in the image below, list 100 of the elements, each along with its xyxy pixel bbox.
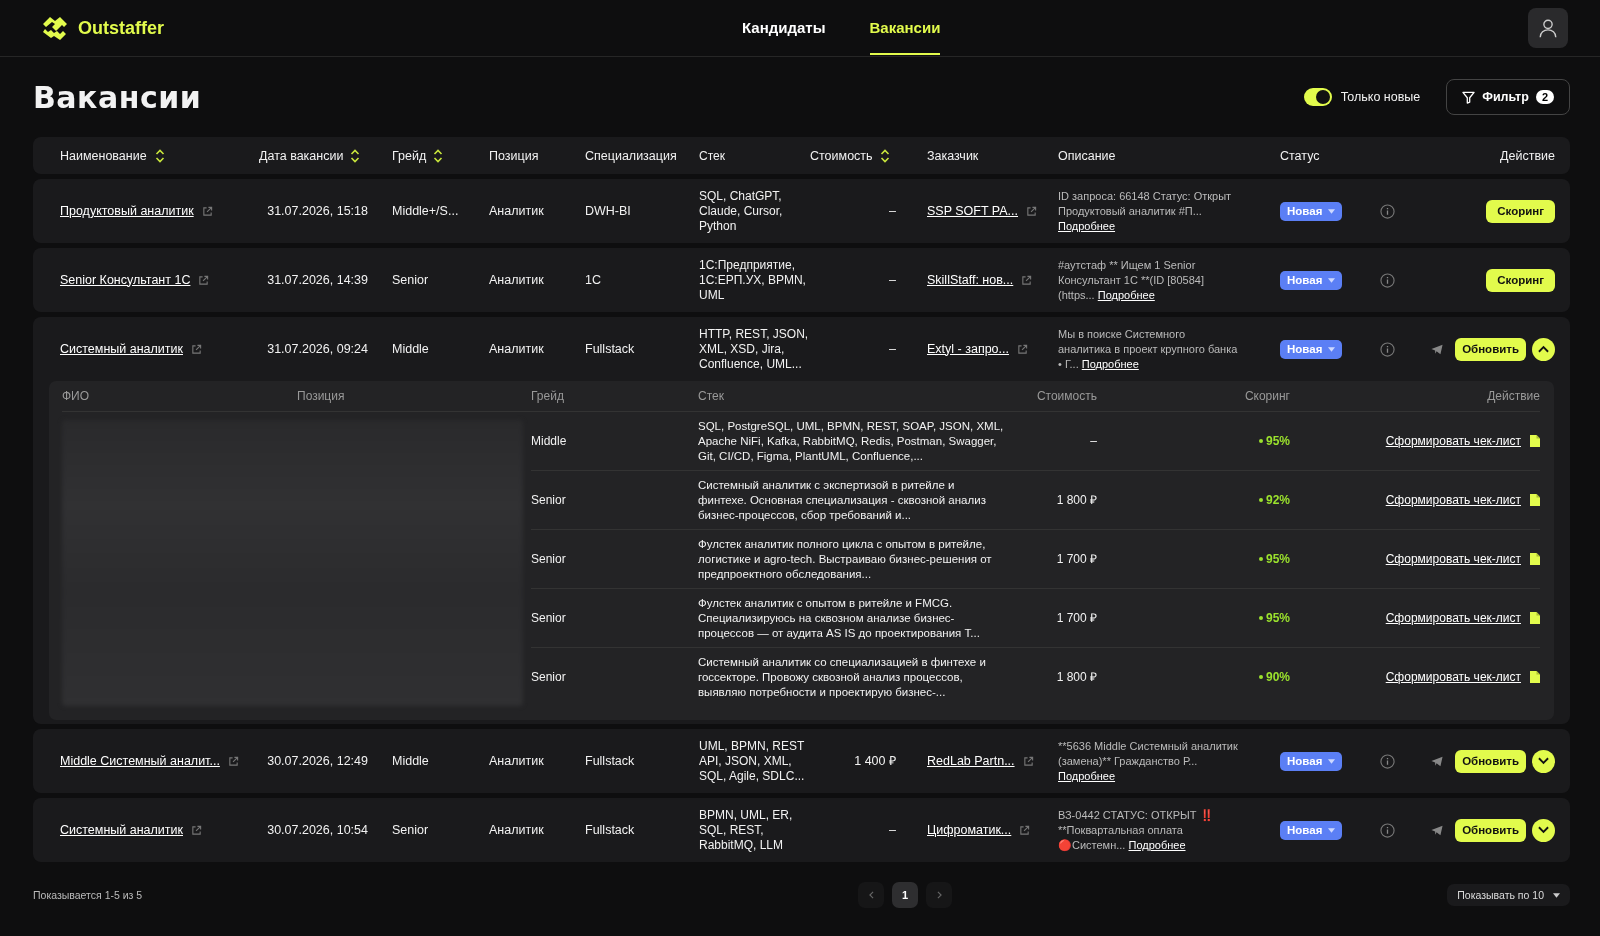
checklist-link[interactable]: Сформировать чек-лист	[1385, 669, 1521, 685]
customer-link[interactable]: SkillStaff: нов...	[927, 272, 1014, 288]
logo-text: Outstaffer	[78, 17, 164, 39]
status-dropdown[interactable]: Новая	[1280, 751, 1343, 771]
document-icon[interactable]	[1530, 494, 1540, 506]
scoring-button[interactable]: Скоринг	[1486, 268, 1555, 292]
stack-text: HTTP, REST, JSON, XML, XSD, Jira, Confluence, UML...	[699, 326, 810, 372]
stack-text: Системный аналитик с экспертизой в ритейле и финтехе. Основная специализация - сквозной анализ бизнес-процессов, сбор требований и...	[698, 471, 1004, 530]
external-link-icon[interactable]	[198, 274, 210, 286]
checklist-link[interactable]: Сформировать чек-лист	[1385, 551, 1521, 567]
update-button[interactable]: Обновить	[1455, 749, 1526, 773]
description-text: **5636 Middle Системный аналитик (замена)** Гражданство Р... Подробнее	[1058, 738, 1239, 784]
cost-text: 1 800 ₽	[998, 471, 1097, 530]
stack-text: Системный аналитик со специализацией в финтехе и госсекторе. Провожу сквозной анализ процессов, выявляю потребности и проектирую бизнес-...	[698, 654, 987, 700]
date-text: 31.07.2026, 14:39	[266, 272, 368, 288]
expand-toggle[interactable]	[1532, 818, 1555, 842]
status-dropdown[interactable]: Новая	[1280, 820, 1343, 840]
sort-icon[interactable]	[154, 148, 165, 163]
more-link[interactable]: Подробнее	[1081, 357, 1139, 370]
paper-plane-icon[interactable]	[1431, 755, 1444, 767]
vacancy-link[interactable]: Продуктовый аналитик	[60, 203, 194, 219]
info-icon[interactable]	[1380, 753, 1395, 769]
customer-link[interactable]: Цифроматик...	[927, 822, 1012, 838]
info-icon[interactable]	[1380, 203, 1395, 219]
toggle-label: Только новые	[1340, 90, 1421, 104]
checklist-link[interactable]: Сформировать чек-лист	[1385, 610, 1521, 626]
description-text: ID запроса: 66148 Статус: Открыт Продуктовый аналитик #П... Подробнее	[1058, 188, 1233, 234]
customer-link[interactable]: Extyl - запро...	[927, 341, 1009, 357]
position-text: Аналитик	[489, 753, 545, 769]
customer-link[interactable]: SSP SOFT PA...	[927, 203, 1018, 219]
more-link[interactable]: Подробнее	[1128, 838, 1186, 851]
cost-text: 1 700 ₽	[998, 530, 1097, 589]
external-link-icon[interactable]	[1021, 274, 1033, 286]
update-button[interactable]: Обновить	[1455, 337, 1526, 361]
cost-text: –	[888, 272, 896, 288]
status-dropdown[interactable]: Новая	[1280, 339, 1343, 359]
page-size-dropdown[interactable]: Показывать по 10	[1447, 884, 1570, 906]
paper-plane-icon[interactable]	[1431, 824, 1444, 836]
sort-icon[interactable]	[879, 148, 890, 163]
checklist-link[interactable]: Сформировать чек-лист	[1385, 492, 1521, 508]
external-link-icon[interactable]	[227, 755, 239, 767]
document-icon[interactable]	[1530, 553, 1540, 565]
customer-link[interactable]: RedLab Partn...	[927, 753, 1015, 769]
status-dropdown[interactable]: Новая	[1280, 201, 1343, 221]
external-link-icon[interactable]	[201, 205, 213, 217]
more-link[interactable]: Подробнее	[1058, 769, 1116, 782]
external-link-icon[interactable]	[1019, 824, 1031, 836]
grade-text: Senior	[531, 668, 567, 686]
cost-text: 1 800 ₽	[1055, 668, 1097, 686]
info-icon[interactable]	[1380, 341, 1395, 357]
date-text: 30.07.2026, 10:54	[266, 822, 368, 838]
filter-button[interactable]: Фильтр 2	[1446, 79, 1570, 115]
toggle-switch[interactable]	[1303, 88, 1332, 106]
nav-tab[interactable]: Кандидаты	[742, 0, 826, 55]
document-icon[interactable]	[1530, 612, 1540, 624]
column-header: Описание	[1058, 148, 1116, 163]
vacancy-link[interactable]: Системный аналитик	[60, 341, 183, 357]
sort-icon[interactable]	[350, 148, 361, 163]
more-link[interactable]: Подробнее	[1097, 288, 1155, 301]
column-header: Скоринг	[1243, 389, 1290, 403]
score-badge: 95%	[1258, 610, 1290, 626]
document-icon[interactable]	[1530, 671, 1540, 683]
sort-icon[interactable]	[433, 148, 444, 163]
caret-icon	[1328, 277, 1336, 283]
checklist-link[interactable]: Сформировать чек-лист	[1385, 433, 1521, 449]
handshake-logo-icon	[40, 14, 70, 42]
grade-text: Senior	[531, 471, 698, 530]
cost-text: –	[888, 341, 896, 357]
info-icon[interactable]	[1380, 822, 1395, 838]
scoring-button[interactable]: Скоринг	[1486, 199, 1555, 223]
cost-text: –	[888, 203, 896, 219]
vacancy-link[interactable]: Senior Консультант 1С	[60, 272, 191, 288]
column-header: Действие	[1486, 389, 1540, 403]
specialization-text: 1C	[585, 272, 602, 288]
paper-plane-icon[interactable]	[1431, 343, 1444, 355]
stack-text: SQL, PostgreSQL, UML, BPMN, REST, SOAP, JSON, XML, Apache NiFi, Kafka, RabbitMQ, Redis, Postman, Swagger, Git, CI/CD, Figma, PlantUML, Confluence,...	[698, 412, 1004, 471]
expand-toggle[interactable]	[1532, 749, 1555, 773]
page-button[interactable]: 1	[892, 882, 919, 908]
info-icon[interactable]	[1380, 272, 1395, 288]
cost-text: –	[888, 822, 896, 838]
vacancy-link[interactable]: Middle Системный аналит...	[60, 753, 220, 769]
document-icon[interactable]	[1530, 435, 1540, 447]
external-link-icon[interactable]	[1026, 205, 1037, 217]
specialization-text: Fullstack	[585, 822, 636, 838]
score-badge: 95%	[1258, 433, 1290, 449]
caret-icon	[1328, 346, 1336, 352]
external-link-icon[interactable]	[191, 343, 202, 355]
expand-toggle[interactable]	[1532, 337, 1555, 361]
status-dropdown[interactable]: Новая	[1280, 270, 1343, 290]
external-link-icon[interactable]	[1017, 343, 1028, 355]
update-button[interactable]: Обновить	[1455, 818, 1526, 842]
external-link-icon[interactable]	[191, 824, 202, 836]
filter-count-badge: 2	[1535, 90, 1554, 104]
external-link-icon[interactable]	[1022, 755, 1034, 767]
profile-button[interactable]	[1528, 8, 1568, 48]
nav-tab[interactable]: Вакансии	[869, 0, 941, 55]
results-summary: Показывается 1-5 из 5	[33, 889, 144, 901]
grade-text: Senior	[391, 272, 430, 288]
vacancy-link[interactable]: Системный аналитик	[60, 822, 183, 838]
more-link[interactable]: Подробнее	[1058, 219, 1116, 232]
